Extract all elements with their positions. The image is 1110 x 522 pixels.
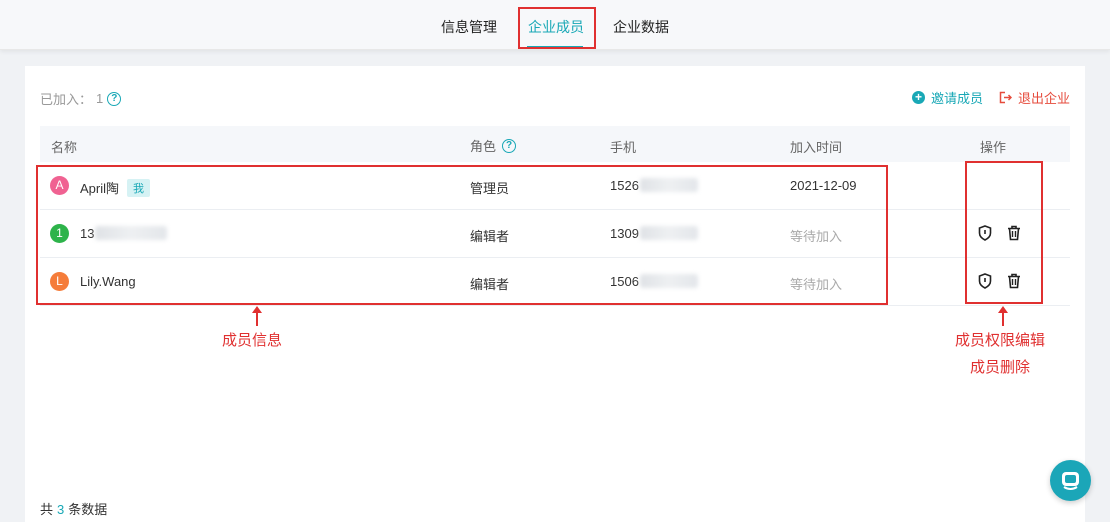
tab-info-management[interactable]: 信息管理 — [441, 17, 497, 37]
total-prefix: 共 — [40, 502, 54, 517]
top-actions: + 邀请成员 退出企业 — [911, 88, 1070, 107]
plus-circle-icon: + — [911, 91, 925, 104]
header-joined-time: 加入时间 — [790, 140, 843, 155]
total-suffix: 条数据 — [68, 502, 108, 517]
role-help-icon[interactable]: ? — [502, 138, 517, 153]
exit-label: 退出企业 — [1017, 91, 1070, 106]
exit-enterprise-button[interactable]: 退出企业 — [999, 88, 1070, 107]
joined-summary: 已加入： 1 ? — [40, 89, 122, 108]
tab-enterprise-data[interactable]: 企业数据 — [613, 17, 669, 37]
header-phone: 手机 — [610, 140, 637, 155]
joined-label: 已加入： — [40, 92, 93, 107]
annotation-member-info-label: 成员信息 — [222, 332, 283, 349]
help-icon[interactable]: ? — [107, 91, 122, 106]
header-actions: 操作 — [980, 140, 1007, 155]
invite-member-button[interactable]: + 邀请成员 — [911, 88, 983, 107]
total-number: 3 — [57, 502, 65, 517]
headset-icon — [1062, 472, 1079, 490]
table-header: 名称 角色 ? 手机 加入时间 操作 — [40, 126, 1070, 162]
invite-label: 邀请成员 — [930, 91, 983, 106]
annotation-member-delete-label: 成员删除 — [970, 359, 1031, 376]
exit-icon — [999, 91, 1012, 104]
annotation-tab-box — [518, 7, 596, 49]
total-count: 共 3 条数据 — [40, 499, 107, 518]
annotation-arrow-line — [256, 312, 258, 326]
annotation-permission-edit-label: 成员权限编辑 — [955, 332, 1046, 349]
customer-support-button[interactable] — [1050, 460, 1091, 501]
header-role: 角色 — [470, 139, 497, 154]
header-role-group: 角色 ? — [470, 136, 517, 155]
annotation-member-info-box — [36, 165, 888, 305]
header-name: 名称 — [51, 140, 78, 155]
annotation-arrow-line — [1002, 312, 1004, 326]
joined-count: 1 — [96, 91, 104, 106]
annotation-operations-box — [965, 161, 1043, 304]
